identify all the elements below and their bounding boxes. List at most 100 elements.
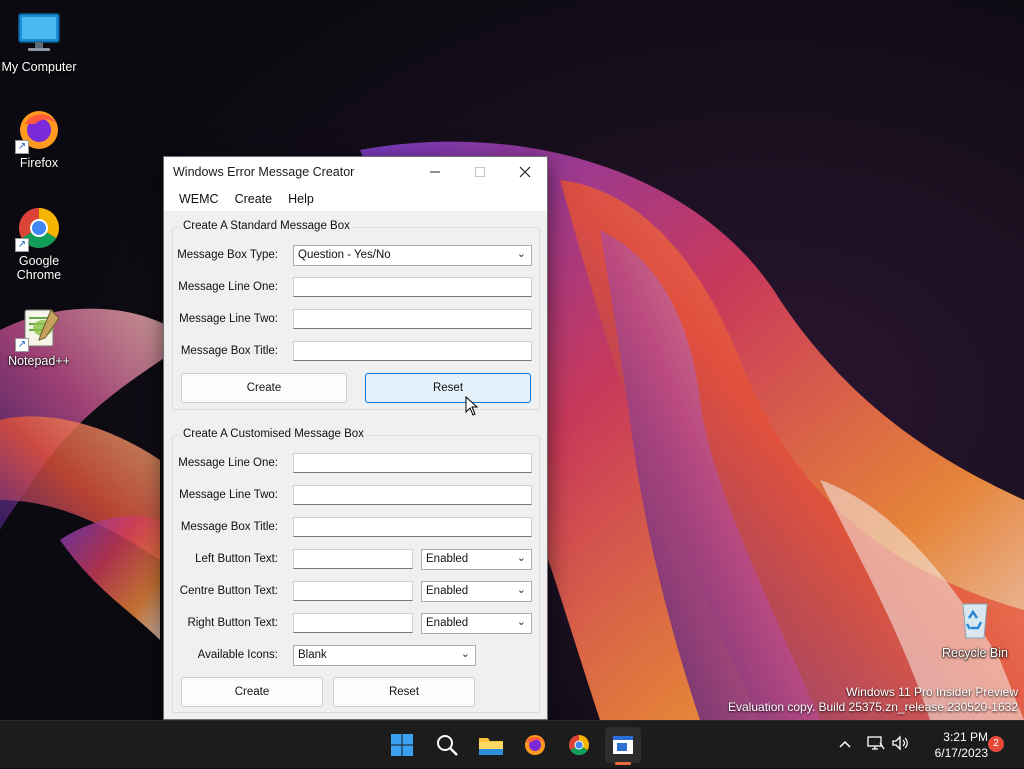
folder-icon xyxy=(479,738,503,755)
recycle-bin-icon xyxy=(951,596,999,644)
left-button-text-label: Left Button Text: xyxy=(195,553,278,565)
firefox-taskbar-button[interactable] xyxy=(517,727,553,763)
chrome-icon: ↗ xyxy=(15,204,63,252)
message-box-type-label: Message Box Type: xyxy=(177,249,278,261)
taskbar: 3:21 PM 6/17/2023 xyxy=(0,720,1024,768)
message-line-two-label: Message Line Two: xyxy=(179,313,278,325)
right-button-text-label: Right Button Text: xyxy=(187,617,278,629)
desktop-icon-firefox[interactable]: ↗ Firefox xyxy=(0,106,78,170)
notepad-plus-plus-icon: ↗ xyxy=(15,304,63,352)
firefox-icon: ↗ xyxy=(15,106,63,154)
standard-reset-button[interactable]: Reset xyxy=(365,373,531,403)
shortcut-arrow-icon: ↗ xyxy=(15,238,29,252)
standard-message-box-group: Create A Standard Message Box Message Bo… xyxy=(172,220,540,410)
centre-button-state-select[interactable]: Enabled ⌄ xyxy=(421,581,532,602)
menu-help[interactable]: Help xyxy=(280,192,322,206)
shortcut-arrow-icon: ↗ xyxy=(15,140,29,154)
chevron-down-icon: ⌄ xyxy=(460,648,470,660)
menu-bar: WEMC Create Help xyxy=(164,187,547,211)
left-button-state-select[interactable]: Enabled ⌄ xyxy=(421,549,532,570)
centre-button-text-label: Centre Button Text: xyxy=(179,585,278,597)
chevron-up-icon xyxy=(839,740,851,748)
menu-wemc[interactable]: WEMC xyxy=(171,192,227,206)
chevron-down-icon: ⌄ xyxy=(516,584,526,596)
message-box-type-select[interactable]: Question - Yes/No ⌄ xyxy=(293,245,532,266)
window-titlebar[interactable]: Windows Error Message Creator xyxy=(164,157,547,187)
custom-reset-button[interactable]: Reset xyxy=(333,677,475,707)
window-title: Windows Error Message Creator xyxy=(173,165,355,179)
custom-box-title-label: Message Box Title: xyxy=(180,521,278,533)
right-button-state-select[interactable]: Enabled ⌄ xyxy=(421,613,532,634)
message-box-title-input[interactable] xyxy=(293,341,532,361)
wemc-app-icon xyxy=(613,736,633,754)
message-box-title-label: Message Box Title: xyxy=(180,345,278,357)
centre-button-text-input[interactable] xyxy=(293,581,413,601)
desktop-icon-notepad-plus-plus[interactable]: ↗ Notepad++ xyxy=(0,304,78,368)
taskbar-clock[interactable]: 3:21 PM 6/17/2023 xyxy=(918,729,988,761)
desktop-icon-google-chrome[interactable]: ↗ Google Chrome xyxy=(0,204,78,282)
custom-line-one-input[interactable] xyxy=(293,453,532,473)
search-icon xyxy=(437,735,458,756)
evaluation-watermark: Windows 11 Pro Insider Preview Evaluatio… xyxy=(728,685,1018,715)
chevron-down-icon: ⌄ xyxy=(516,616,526,628)
chrome-icon xyxy=(569,735,590,756)
clock-date: 6/17/2023 xyxy=(934,746,988,760)
active-indicator xyxy=(615,762,631,765)
message-line-one-input[interactable] xyxy=(293,277,532,297)
watermark-line-2: Evaluation copy. Build 25375.zn_release.… xyxy=(728,700,1018,714)
available-icons-label: Available Icons: xyxy=(197,649,278,661)
desktop-icon-label: Recycle Bin xyxy=(942,646,1008,660)
notification-badge[interactable]: 2 xyxy=(988,736,1004,752)
search-button[interactable] xyxy=(429,727,465,763)
left-button-text-input[interactable] xyxy=(293,549,413,569)
chevron-down-icon: ⌄ xyxy=(516,552,526,564)
chrome-taskbar-button[interactable] xyxy=(561,727,597,763)
network-button[interactable] xyxy=(864,735,888,756)
speaker-icon xyxy=(892,734,908,751)
right-button-state-value: Enabled xyxy=(426,617,469,629)
minimize-icon xyxy=(429,171,440,173)
available-icons-value: Blank xyxy=(298,649,327,661)
menu-create[interactable]: Create xyxy=(227,192,281,206)
maximize-icon xyxy=(474,167,485,177)
minimize-button[interactable] xyxy=(412,157,457,187)
close-icon xyxy=(519,166,530,178)
desktop-icon-label: Notepad++ xyxy=(8,354,70,368)
clock-time: 3:21 PM xyxy=(943,730,988,744)
maximize-button xyxy=(457,157,502,187)
message-box-type-value: Question - Yes/No xyxy=(298,249,391,261)
available-icons-select[interactable]: Blank ⌄ xyxy=(293,645,476,666)
right-button-text-input[interactable] xyxy=(293,613,413,633)
custom-line-one-label: Message Line One: xyxy=(178,457,278,469)
show-hidden-icons-button[interactable] xyxy=(834,736,856,754)
desktop-icon-label: My Computer xyxy=(1,60,77,74)
desktop-icon-my-computer[interactable]: My Computer xyxy=(0,10,78,74)
monitor-icon xyxy=(15,10,63,58)
network-icon xyxy=(867,735,885,750)
message-line-one-label: Message Line One: xyxy=(178,281,278,293)
desktop-icon-recycle-bin[interactable]: Recycle Bin xyxy=(936,596,1014,660)
windows-logo-icon xyxy=(391,734,413,756)
shortcut-arrow-icon: ↗ xyxy=(15,338,29,352)
custom-create-button[interactable]: Create xyxy=(181,677,323,707)
standard-group-title: Create A Standard Message Box xyxy=(181,220,352,232)
message-line-two-input[interactable] xyxy=(293,309,532,329)
volume-button[interactable] xyxy=(888,734,912,756)
chevron-down-icon: ⌄ xyxy=(516,248,526,260)
wemc-taskbar-button[interactable] xyxy=(605,727,641,765)
left-button-state-value: Enabled xyxy=(426,553,469,565)
customised-group-title: Create A Customised Message Box xyxy=(181,428,366,440)
standard-create-button[interactable]: Create xyxy=(181,373,347,403)
centre-button-state-value: Enabled xyxy=(426,585,469,597)
watermark-line-1: Windows 11 Pro Insider Preview xyxy=(846,685,1018,699)
desktop-icon-label: Firefox xyxy=(19,156,59,170)
wemc-window: Windows Error Message Creator WEMC Creat… xyxy=(163,156,548,720)
start-button[interactable] xyxy=(384,727,420,763)
system-tray xyxy=(834,721,912,769)
file-explorer-button[interactable] xyxy=(473,727,509,763)
custom-box-title-input[interactable] xyxy=(293,517,532,537)
custom-line-two-input[interactable] xyxy=(293,485,532,505)
custom-line-two-label: Message Line Two: xyxy=(179,489,278,501)
close-button[interactable] xyxy=(502,157,547,187)
firefox-icon xyxy=(525,735,545,755)
